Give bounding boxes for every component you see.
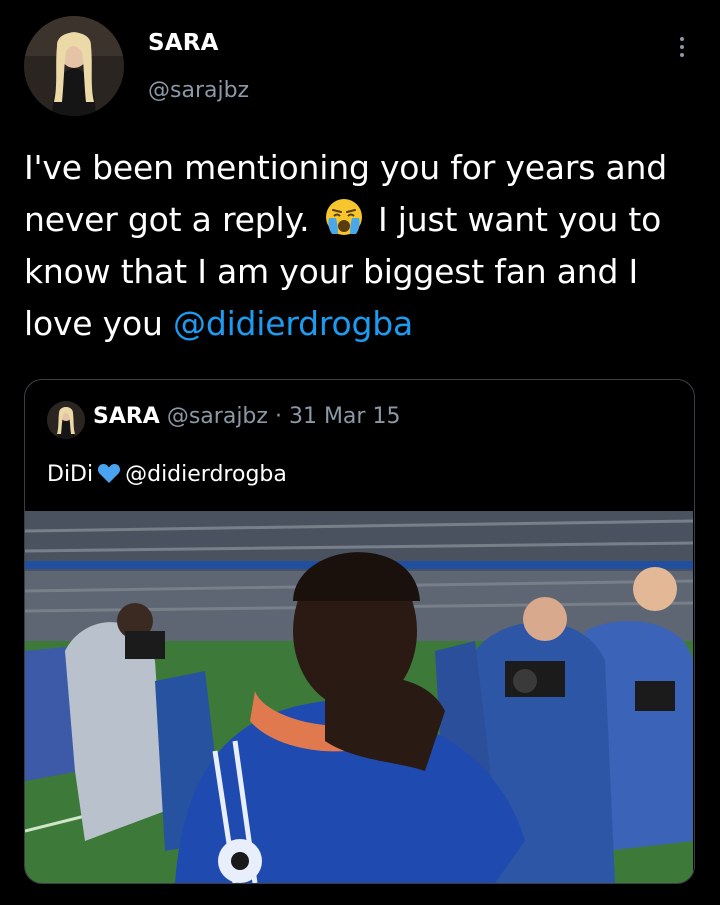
quoted-text-body: DiDi — [47, 462, 94, 487]
quoted-header: SARA @sarajbz · 31 Mar 15 — [93, 404, 400, 429]
quoted-author-handle[interactable]: @sarajbz — [167, 404, 268, 429]
quoted-author-avatar[interactable] — [47, 401, 85, 439]
quoted-tweet-card[interactable]: SARA @sarajbz · 31 Mar 15 DiDi @didierdr… — [24, 379, 695, 884]
quoted-photo[interactable] — [25, 511, 693, 883]
author-name[interactable]: SARA — [148, 30, 219, 56]
more-dot — [680, 45, 684, 49]
tweet-text: I've been mentioning you for years and n… — [24, 142, 696, 350]
quoted-date[interactable]: 31 Mar 15 — [289, 404, 400, 429]
quoted-mention-link[interactable]: @didierdrogba — [125, 462, 287, 487]
more-options-button[interactable] — [668, 30, 696, 64]
quoted-text: DiDi @didierdrogba — [47, 462, 287, 487]
blue-heart-icon — [98, 464, 121, 483]
author-handle[interactable]: @sarajbz — [148, 78, 249, 103]
quoted-separator: · — [274, 404, 282, 429]
more-dot — [680, 53, 684, 57]
more-dot — [680, 37, 684, 41]
mention-link[interactable]: @didierdrogba — [173, 304, 413, 343]
author-avatar[interactable] — [24, 16, 124, 116]
quoted-author-name[interactable]: SARA — [93, 404, 160, 429]
crying-face-icon — [325, 199, 362, 235]
